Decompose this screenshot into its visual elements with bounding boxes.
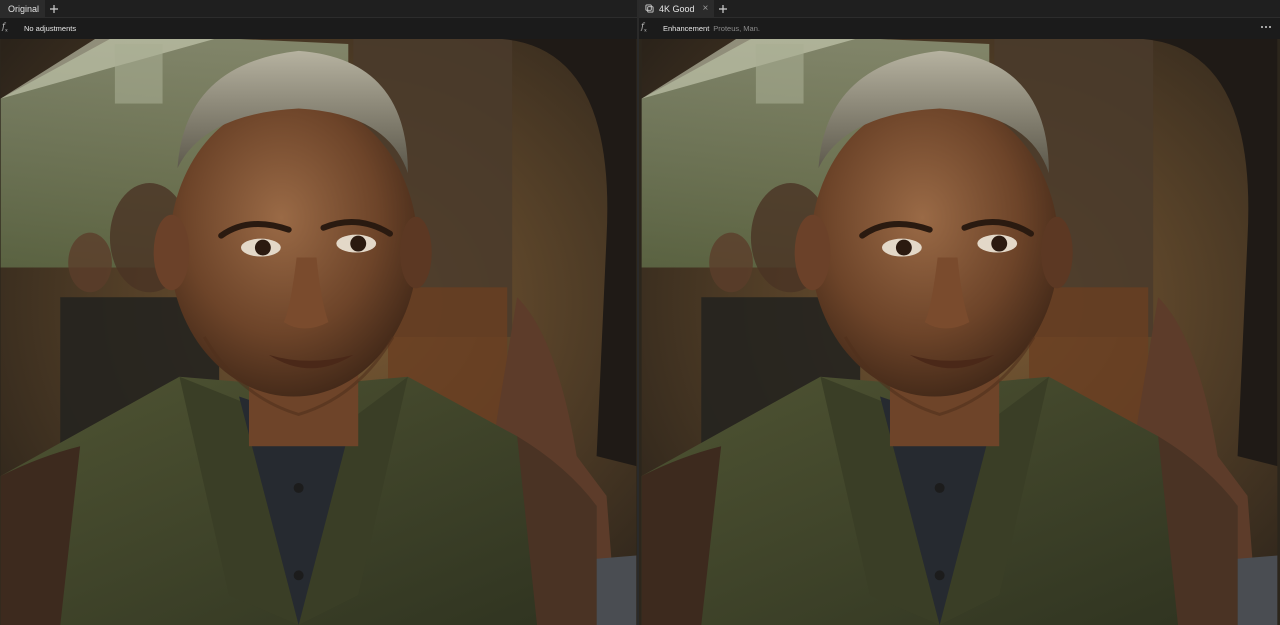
tab-4k-good[interactable]: 4K Good × <box>639 0 715 17</box>
fx-icon[interactable]: fx <box>641 22 655 34</box>
more-icon[interactable] <box>1260 22 1272 32</box>
add-tab-button[interactable] <box>45 0 63 17</box>
enhancement-model: Proteus, Man. <box>713 23 760 33</box>
adjustments-label: No adjustments <box>24 23 77 33</box>
plus-icon <box>50 4 59 13</box>
right-panel: 4K Good × fx Enhancement Proteus, Man. <box>639 0 1280 625</box>
fx-icon[interactable]: fx <box>2 22 16 34</box>
right-tab-bar: 4K Good × <box>639 0 1280 18</box>
enhanced-image-viewer[interactable] <box>639 39 1280 625</box>
original-image-viewer[interactable] <box>0 39 637 625</box>
tab-original-label: Original <box>8 3 40 14</box>
enhanced-image <box>639 39 1280 625</box>
add-tab-button[interactable] <box>714 0 732 17</box>
plus-icon <box>719 4 728 13</box>
enhancement-label: Enhancement <box>663 23 710 33</box>
tab-4k-good-label: 4K Good <box>659 3 695 14</box>
right-adjustments-bar: fx Enhancement Proteus, Man. <box>639 18 1280 38</box>
close-icon[interactable]: × <box>703 3 709 14</box>
left-adjustments-bar: fx No adjustments <box>0 18 637 38</box>
left-panel: Original fx No adjustments <box>0 0 637 625</box>
preset-icon <box>645 4 654 13</box>
original-image <box>0 39 637 625</box>
left-tab-bar: Original <box>0 0 637 18</box>
tab-original[interactable]: Original <box>0 0 46 17</box>
